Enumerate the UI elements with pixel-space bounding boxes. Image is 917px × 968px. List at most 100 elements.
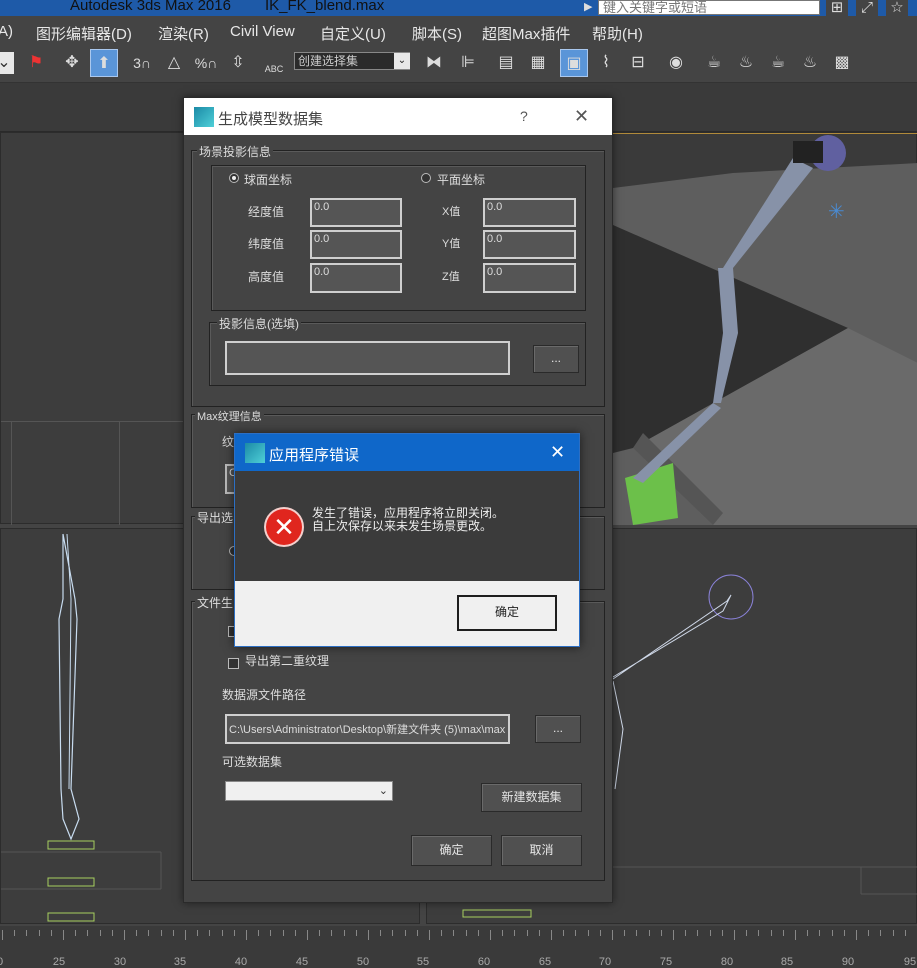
close-icon[interactable]: ✕ [550,442,565,463]
timeline-label: 90 [841,956,855,968]
dropdown-icon[interactable]: ⌄ [0,52,14,74]
viewport-top-left[interactable] [0,132,185,525]
menu-item-rendering[interactable]: 渲染(R) [158,23,209,44]
timeline-tick [197,930,199,936]
source-path-input[interactable]: C:\Users\Administrator\Desktop\新建文件夹 (5)… [225,714,510,744]
move-icon[interactable]: ✥ [58,49,86,77]
abc-label: ABC [264,64,284,74]
scene-explorer-icon[interactable]: ▣ [560,49,588,77]
y-input[interactable]: 0.0 [483,230,576,259]
cancel-button[interactable]: 取消 [501,835,582,866]
menu-item-plugin[interactable]: 超图Max插件 [482,23,570,44]
error-ok-button[interactable]: 确定 [457,595,557,631]
edit-named-selection-icon[interactable]: ABC [260,49,288,77]
schematic-view-icon[interactable]: ⊟ [624,49,652,77]
menu-item-animation[interactable]: A) [0,23,13,40]
app-logo-icon [245,443,265,463]
binoculars-icon[interactable]: ⊞ [826,0,848,16]
timeline-tick [136,930,138,936]
arrow-right-icon[interactable]: ▶ [584,0,592,13]
timeline-tick [856,930,857,940]
timeline-tick [453,930,455,936]
timeline-tick [294,930,296,936]
timeline-tick [477,930,479,936]
render-cloud-icon[interactable]: ▩ [828,49,856,77]
timeline-ruler[interactable]: 0 25 30 35 40 45 50 55 60 65 70 75 80 85 90 95 [0,926,917,968]
z-label: Z值 [442,271,460,283]
timeline-tick [636,930,638,936]
new-dataset-button[interactable]: 新建数据集 [481,783,582,812]
timeline-tick [526,930,528,936]
timeline-label: 30 [113,956,127,968]
timeline-tick [343,930,345,936]
layer-manager-icon[interactable]: ▤ [492,49,520,77]
timeline-label: 45 [295,956,309,968]
spinner-snap-icon[interactable]: ⇳ [224,49,252,77]
bind-icon[interactable]: ⚑ [22,49,50,77]
timeline-tick [185,930,186,940]
ribbon-toggle-icon[interactable]: ▦ [524,49,552,77]
optional-dataset-select[interactable]: ⌄ [225,781,393,801]
search-input[interactable]: 键入关键字或短语 [598,0,820,15]
timeline-tick [831,930,833,936]
render-production-icon[interactable]: ☕ [764,49,792,77]
timeline-label: 65 [538,956,552,968]
timeline-tick [843,930,845,936]
export-second-texture-checkbox[interactable] [228,658,239,669]
timeline-label: 80 [720,956,734,968]
mirror-icon[interactable]: ⧓ [420,49,448,77]
spherical-radio[interactable] [229,173,239,183]
timeline-tick [99,930,101,936]
timeline-tick [63,930,64,940]
menu-item-civil-view[interactable]: Civil View [230,23,295,40]
named-selection-set-input[interactable]: 创建选择集 [294,52,410,70]
snap-3d-icon[interactable]: 3∩ [128,49,156,77]
timeline-tick [795,930,796,940]
render-frame-icon[interactable]: ♨ [732,49,760,77]
altitude-input[interactable]: 0.0 [310,263,402,293]
angle-snap-icon[interactable]: △ [160,49,188,77]
timeline-tick [624,930,626,936]
latitude-input[interactable]: 0.0 [310,230,402,259]
timeline-tick [441,930,443,936]
chevron-down-icon[interactable]: ⌄ [394,53,410,69]
projection-browse-button[interactable]: ... [533,345,579,373]
curve-editor-icon[interactable]: ⌇ [592,49,620,77]
file-generation-label: 文件生 [195,594,236,611]
menu-item-customize[interactable]: 自定义(U) [320,23,386,44]
percent-snap-icon[interactable]: %∩ [192,49,220,77]
planar-radio[interactable] [421,173,431,183]
timeline-tick [514,930,516,936]
select-region-icon[interactable]: ⬆ [90,49,118,77]
longitude-input[interactable]: 0.0 [310,198,402,227]
material-editor-icon[interactable]: ◉ [662,49,690,77]
x-input[interactable]: 0.0 [483,198,576,227]
ok-button[interactable]: 确定 [411,835,492,866]
align-icon[interactable]: ⊫ [454,49,482,77]
timeline-tick [490,930,491,940]
close-icon[interactable]: ✕ [574,106,589,127]
menu-item-help[interactable]: 帮助(H) [592,23,643,44]
timeline-tick [648,930,650,936]
grid-line [1,421,185,422]
help-button[interactable]: ? [520,108,528,124]
z-input[interactable]: 0.0 [483,263,576,293]
timeline-label: 40 [234,956,248,968]
render-iterative-icon[interactable]: ♨ [796,49,824,77]
longitude-label: 经度值 [248,205,285,219]
menu-item-graph-editors[interactable]: 图形编辑器(D) [36,23,132,44]
source-path-browse-button[interactable]: ... [535,715,581,743]
projection-info-input[interactable] [225,341,510,375]
exchange-icon[interactable]: ⤢ [856,0,878,16]
viewport-perspective[interactable]: ✳ [612,132,917,525]
timeline-tick [319,930,321,936]
x-label: X值 [442,206,461,218]
timeline-tick [892,930,894,936]
timeline-label: 25 [52,956,66,968]
render-setup-icon[interactable]: ☕ [700,49,728,77]
menu-item-scripting[interactable]: 脚本(S) [412,23,462,44]
dialog-title: 生成模型数据集 [218,111,324,128]
timeline-tick [380,930,382,936]
percent-snap-label: % [194,55,208,71]
star-icon[interactable]: ☆ [886,0,908,16]
